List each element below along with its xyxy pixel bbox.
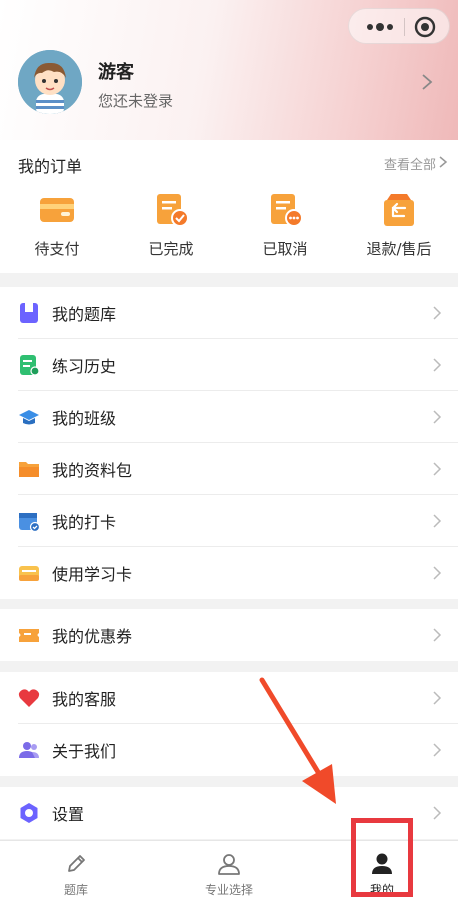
- menu-item-checkin[interactable]: 我的打卡: [18, 495, 458, 547]
- chevron-right-icon[interactable]: [438, 155, 448, 169]
- close-target-icon[interactable]: [413, 15, 437, 39]
- orders-title: 我的订单: [18, 157, 83, 176]
- order-label: 待支付: [34, 240, 80, 258]
- menu-item-practice-history[interactable]: 练习历史: [18, 339, 458, 391]
- tab-major-selection[interactable]: 专业选择: [153, 841, 305, 905]
- person-outline-icon: [218, 854, 240, 875]
- chevron-right-icon: [433, 410, 442, 424]
- profile-header: 游客 您还未登录: [0, 0, 458, 140]
- menu-item-customer-service[interactable]: 我的客服: [18, 672, 458, 724]
- menu-item-about-us[interactable]: 关于我们: [18, 724, 458, 776]
- avatar-boy-icon: [18, 50, 82, 114]
- my-orders-card: 我的订单 查看全部 待支付 已完成 已取消 退款/售后: [0, 140, 458, 273]
- chevron-right-icon: [433, 743, 442, 757]
- order-done-icon: [157, 194, 189, 227]
- chevron-right-icon: [433, 806, 442, 820]
- menu-label: 我的资料包: [52, 461, 133, 480]
- menu-group-support: 我的客服 关于我们: [0, 672, 458, 776]
- tab-label: 题库: [63, 883, 88, 897]
- menu-item-my-class[interactable]: 我的班级: [18, 391, 458, 443]
- order-cancel-icon: [271, 194, 303, 227]
- history-icon: [20, 355, 40, 376]
- user-name[interactable]: 游客: [98, 58, 134, 84]
- order-completed[interactable]: 已完成: [114, 190, 228, 265]
- menu-label: 我的班级: [52, 409, 117, 428]
- card-icon: [19, 566, 39, 581]
- menu-item-question-bank[interactable]: 我的题库: [18, 287, 458, 339]
- chevron-right-icon: [433, 358, 442, 372]
- menu-label: 练习历史: [52, 357, 117, 376]
- login-status[interactable]: 您还未登录: [98, 90, 173, 111]
- chevron-right-icon: [433, 566, 442, 580]
- menu-label: 关于我们: [52, 742, 117, 761]
- menu-item-coupons[interactable]: 我的优惠券: [18, 609, 458, 661]
- chevron-right-icon: [433, 514, 442, 528]
- menu-label: 我的打卡: [52, 513, 117, 532]
- settings-icon: [20, 803, 38, 823]
- order-label: 已取消: [262, 240, 308, 258]
- menu-label: 我的优惠券: [52, 627, 133, 646]
- more-icon[interactable]: [363, 18, 397, 36]
- menu-item-study-card[interactable]: 使用学习卡: [18, 547, 458, 599]
- view-all-orders-link[interactable]: 查看全部: [384, 154, 436, 173]
- calendar-check-icon: [19, 513, 40, 532]
- menu-label: 我的题库: [52, 305, 117, 324]
- order-label: 退款/售后: [366, 240, 432, 258]
- refund-icon: [384, 194, 414, 226]
- highlight-box: [351, 818, 413, 897]
- avatar[interactable]: [18, 50, 82, 114]
- heart-service-icon: [18, 689, 40, 707]
- mini-program-capsule: [348, 8, 450, 44]
- menu-group-study: 我的题库 练习历史 我的班级 我的资料包 我的打卡 使用学习卡: [0, 287, 458, 599]
- chevron-right-icon: [433, 462, 442, 476]
- tab-label: 专业选择: [204, 883, 253, 897]
- people-icon: [19, 742, 39, 758]
- order-cancelled[interactable]: 已取消: [228, 190, 342, 265]
- question-bank-icon: [20, 303, 38, 323]
- capsule-divider: [404, 18, 405, 36]
- menu-label: 设置: [52, 805, 85, 824]
- menu-item-materials[interactable]: 我的资料包: [18, 443, 458, 495]
- order-label: 已完成: [148, 240, 194, 258]
- order-pending-payment[interactable]: 待支付: [0, 190, 114, 265]
- pencil-icon: [68, 855, 85, 872]
- chevron-right-icon: [433, 306, 442, 320]
- tab-question-bank[interactable]: 题库: [0, 841, 152, 905]
- folder-icon: [19, 462, 39, 477]
- graduation-cap-icon: [19, 410, 39, 425]
- order-refund-aftersale[interactable]: 退款/售后: [342, 190, 456, 265]
- chevron-right-icon[interactable]: [420, 72, 434, 92]
- menu-label: 我的客服: [52, 690, 117, 709]
- chevron-right-icon: [433, 691, 442, 705]
- menu-group-coupon: 我的优惠券: [0, 609, 458, 661]
- chevron-right-icon: [433, 628, 442, 642]
- wallet-icon: [40, 198, 74, 222]
- menu-label: 使用学习卡: [52, 565, 133, 584]
- coupon-icon: [19, 629, 39, 642]
